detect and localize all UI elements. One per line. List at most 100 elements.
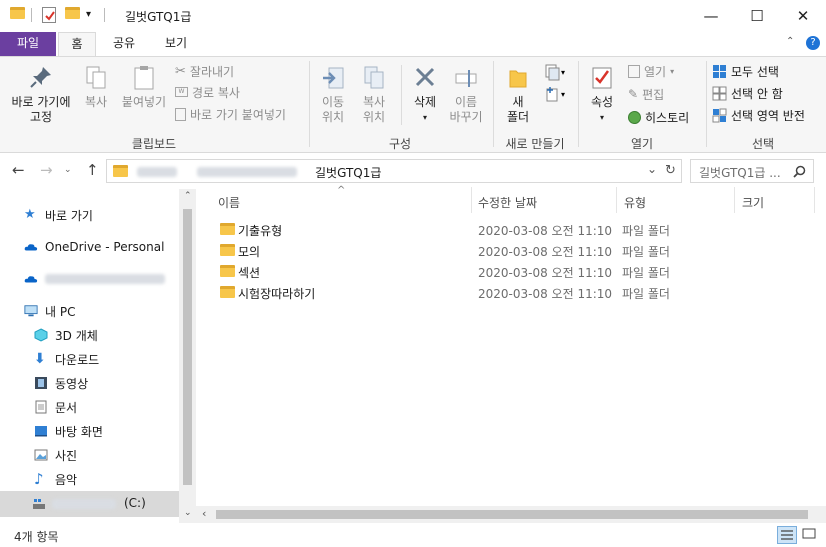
up-button[interactable]: ↑ — [86, 161, 99, 179]
paste-button[interactable]: 붙여넣기 — [118, 65, 170, 110]
details-view-button[interactable] — [777, 526, 797, 544]
onedrive-cloud-icon — [24, 244, 38, 251]
new-item-button[interactable]: ▾ — [544, 63, 566, 81]
content-scrollbar[interactable]: ‹ — [196, 506, 826, 523]
select-none-button[interactable]: 선택 안 함 — [712, 83, 783, 103]
file-row[interactable]: 기출유형 2020-03-08 오전 11:10 파일 폴더 — [216, 219, 816, 240]
nav-item-this-pc[interactable]: 내 PC — [24, 300, 75, 322]
column-separator[interactable] — [616, 187, 617, 213]
cut-button[interactable]: ✂ 잘라내기 — [175, 61, 234, 81]
nav-item-onedrive-redacted[interactable] — [24, 268, 165, 290]
nav-item-3d-objects[interactable]: 3D 개체 — [34, 324, 98, 346]
history-button[interactable]: 히스토리 — [628, 107, 689, 127]
search-icon[interactable] — [793, 165, 806, 178]
delete-button[interactable]: 삭제 ▾ — [406, 65, 444, 125]
folder-icon — [220, 223, 235, 235]
nav-item-pictures[interactable]: 사진 — [34, 444, 77, 466]
invert-selection-button[interactable]: 선택 영역 반전 — [712, 105, 805, 125]
search-input[interactable]: 길벗GTQ1급 ... — [699, 164, 781, 181]
scroll-thumb[interactable] — [183, 209, 192, 485]
scroll-up-icon[interactable]: ⌃ — [184, 191, 192, 201]
nav-item-music[interactable]: ♪ 음악 — [34, 468, 77, 490]
help-icon[interactable]: ? — [806, 36, 820, 50]
copy-label: 복사 — [84, 95, 108, 109]
nav-label: 내 PC — [45, 304, 76, 319]
scroll-down-icon[interactable]: ⌄ — [184, 508, 192, 518]
invert-selection-label: 선택 영역 반전 — [731, 108, 805, 123]
pin-quick-access-button[interactable]: 바로 가기에 고정 — [6, 65, 76, 125]
forward-button[interactable]: → — [40, 161, 53, 179]
file-name: 기출유형 — [238, 224, 283, 238]
nav-scrollbar[interactable]: ⌃ ⌄ — [179, 189, 196, 523]
nav-item-quick-access[interactable]: ★ 바로 가기 — [24, 204, 93, 226]
search-box[interactable]: 길벗GTQ1급 ... — [690, 159, 814, 183]
column-header-size[interactable]: 크기 — [742, 193, 764, 213]
edit-button[interactable]: ✎ 편집 — [628, 84, 664, 104]
open-icon — [628, 64, 640, 78]
file-row[interactable]: 섹션 2020-03-08 오전 11:10 파일 폴더 — [216, 261, 816, 282]
column-separator[interactable] — [814, 187, 815, 213]
tab-file[interactable]: 파일 — [0, 32, 56, 56]
file-modified: 2020-03-08 오전 11:10 — [478, 287, 613, 301]
copy-to-button[interactable]: 복사 위치 — [357, 65, 391, 125]
group-label-organize: 구성 — [388, 137, 412, 151]
properties-button[interactable]: 속성 ▾ — [584, 65, 620, 125]
file-type: 파일 폴더 — [622, 266, 670, 280]
nav-item-drive-c[interactable]: (C:) — [0, 491, 179, 517]
copy-path-button[interactable]: W 경로 복사 — [175, 82, 240, 102]
address-current-folder[interactable]: 길벗GTQ1급 — [315, 164, 381, 181]
minimize-button[interactable]: — — [688, 0, 734, 32]
file-row[interactable]: 시험장따라하기 2020-03-08 오전 11:10 파일 폴더 — [216, 282, 816, 303]
nav-label: 바탕 화면 — [55, 424, 103, 439]
column-separator[interactable] — [734, 187, 735, 213]
paste-shortcut-button[interactable]: 바로 가기 붙여넣기 — [175, 104, 286, 124]
nav-item-desktop[interactable]: 바탕 화면 — [34, 420, 103, 442]
select-all-button[interactable]: 모두 선택 — [712, 61, 779, 81]
column-header-name[interactable]: 이름 — [218, 193, 240, 213]
easy-access-button[interactable]: ▾ — [544, 85, 566, 103]
properties-quick-icon[interactable] — [42, 7, 56, 23]
move-to-button[interactable]: 이동 위치 — [316, 65, 350, 125]
chevron-down-icon: ▾ — [599, 113, 604, 122]
nav-item-videos[interactable]: 동영상 — [34, 372, 88, 394]
address-dropdown-button[interactable]: ⌄ — [647, 162, 657, 176]
address-bar[interactable]: 길벗GTQ1급 ⌄ ↻ — [106, 159, 682, 183]
tab-home[interactable]: 홈 — [58, 32, 96, 56]
chevron-down-icon: ▾ — [422, 113, 427, 122]
window-title: 길벗GTQ1급 — [125, 10, 192, 24]
star-icon: ★ — [24, 207, 36, 222]
new-folder-button[interactable]: 새 폴더 — [500, 65, 536, 125]
maximize-button[interactable]: ☐ — [734, 0, 780, 32]
back-button[interactable]: ← — [12, 161, 25, 179]
redacted-path — [137, 167, 177, 177]
column-header-type[interactable]: 유형 — [624, 193, 646, 213]
scroll-thumb[interactable] — [216, 510, 808, 519]
refresh-button[interactable]: ↻ — [665, 163, 676, 178]
nav-item-onedrive[interactable]: OneDrive - Personal — [24, 236, 164, 258]
group-label-clipboard: 클립보드 — [131, 137, 177, 151]
new-item-icon: ▾ — [545, 64, 565, 81]
tab-share[interactable]: 공유 — [100, 32, 148, 56]
recent-locations-chevron-icon[interactable]: ⌄ — [64, 165, 72, 175]
nav-item-downloads[interactable]: ⬇ 다운로드 — [34, 348, 99, 370]
copy-button[interactable]: 복사 — [80, 65, 112, 110]
rename-button[interactable]: 이름 바꾸기 — [446, 65, 486, 125]
tab-view[interactable]: 보기 — [152, 32, 200, 56]
redacted-path — [197, 167, 297, 177]
customize-quick-access-icon[interactable]: ▾ — [86, 9, 91, 20]
file-row[interactable]: 모의 2020-03-08 오전 11:10 파일 폴더 — [216, 240, 816, 261]
new-folder-quick-icon[interactable] — [65, 7, 80, 19]
divider — [31, 8, 32, 22]
collapse-ribbon-icon[interactable]: ⌃ — [786, 36, 794, 47]
column-separator[interactable] — [471, 187, 472, 213]
nav-label: 사진 — [55, 448, 78, 463]
open-button[interactable]: 열기 ▾ — [628, 61, 674, 81]
close-button[interactable]: ✕ — [780, 0, 826, 32]
column-header-modified[interactable]: 수정한 날짜 — [478, 193, 537, 213]
open-label: 열기 — [644, 64, 667, 79]
nav-label: OneDrive - Personal — [45, 240, 165, 254]
large-icons-view-button[interactable] — [800, 526, 820, 544]
nav-item-documents[interactable]: 문서 — [34, 396, 77, 418]
scroll-left-icon[interactable]: ‹ — [202, 507, 206, 520]
paste-icon — [134, 66, 154, 90]
